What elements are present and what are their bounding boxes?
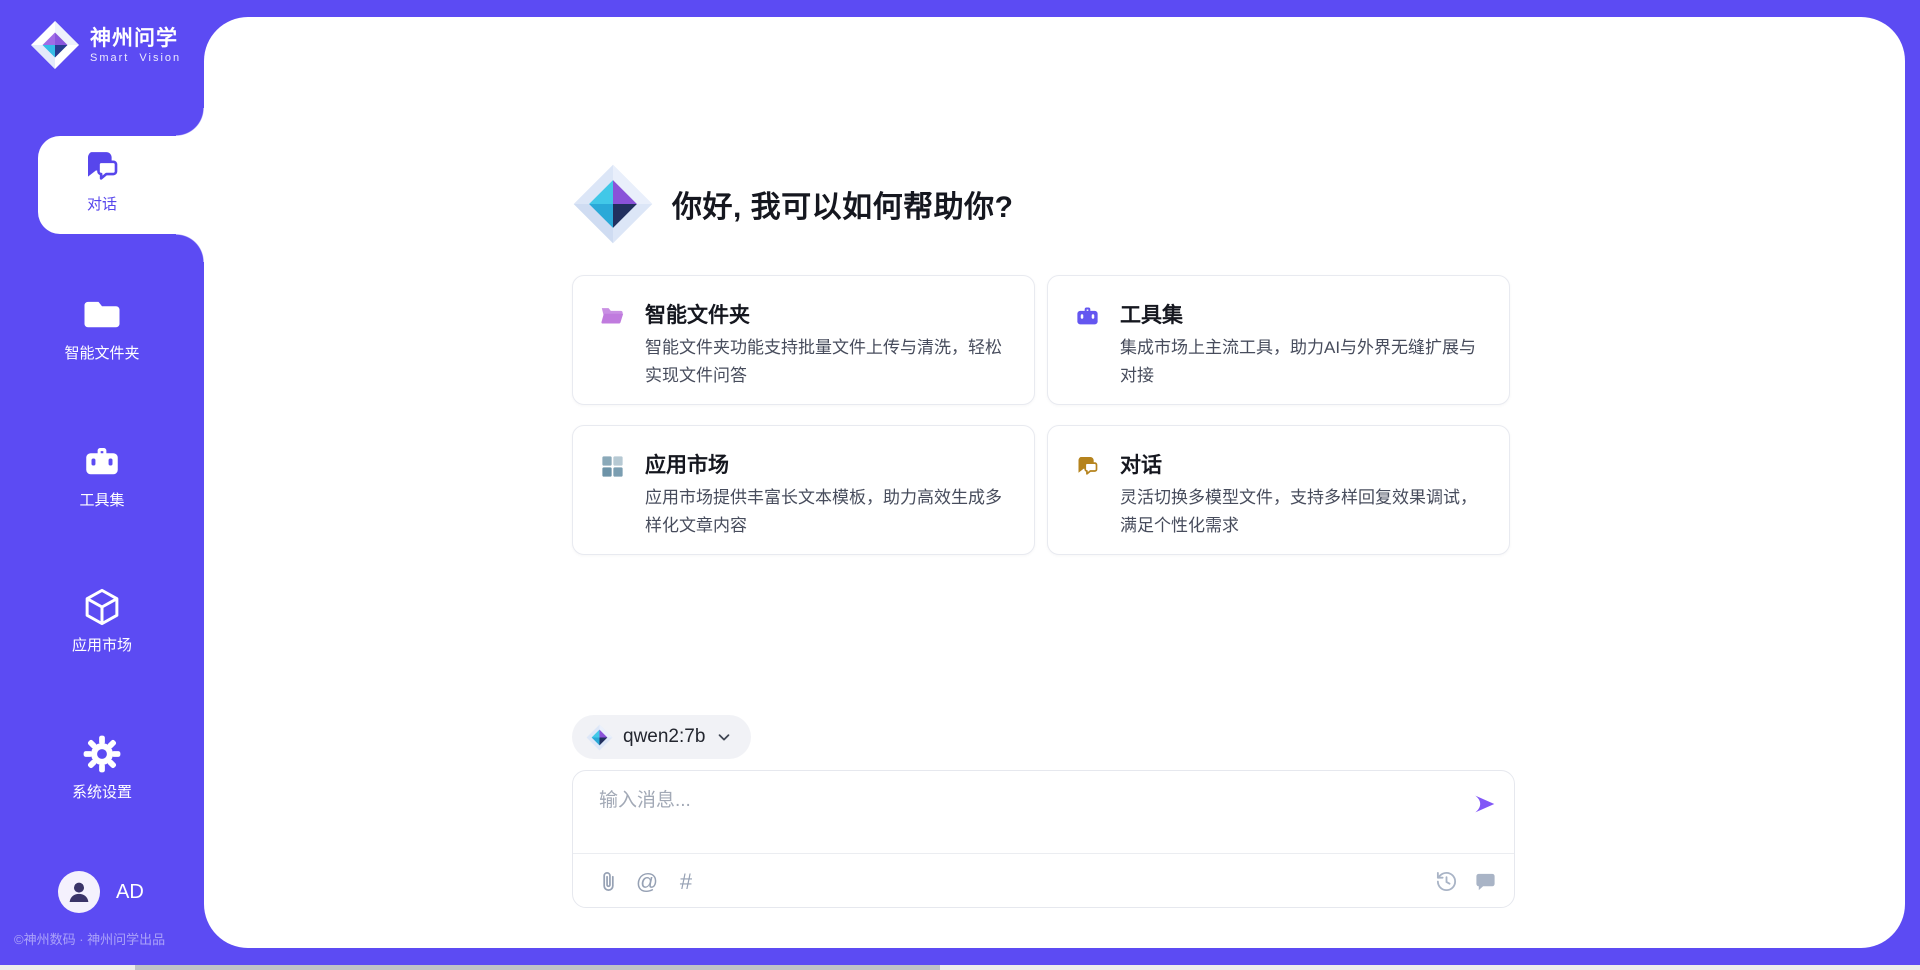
brand-diamond-icon	[30, 20, 80, 70]
toolbox-icon	[1074, 303, 1101, 330]
message-composer: @ #	[572, 770, 1515, 908]
message-input[interactable]	[599, 785, 1439, 843]
grid-icon	[599, 453, 626, 480]
card-title: 工具集	[1120, 299, 1183, 329]
card-description: 灵活切换多模型文件，支持多样回复效果调试，满足个性化需求	[1120, 484, 1488, 540]
history-icon	[1435, 870, 1458, 893]
card-title: 对话	[1120, 449, 1162, 479]
assistant-diamond-icon	[572, 163, 654, 245]
folder-icon	[81, 294, 123, 336]
attach-file-button[interactable]	[595, 868, 621, 894]
open-folder-icon	[599, 303, 626, 330]
user-avatar-icon	[64, 877, 94, 907]
model-name: qwen2:7b	[623, 726, 705, 748]
card-description: 集成市场上主流工具，助力AI与外界无缝扩展与对接	[1120, 334, 1488, 390]
mention-button[interactable]: @	[634, 868, 660, 894]
sidebar-item-label: 系统设置	[72, 781, 132, 802]
hash-button[interactable]: #	[673, 868, 699, 894]
greeting-section: 你好, 我可以如何帮助你?	[572, 163, 1014, 245]
copyright-footer: ©神州数码 · 神州问学出品	[14, 929, 165, 948]
feature-cards: 智能文件夹 智能文件夹功能支持批量文件上传与清洗，轻松实现文件问答 工具集 集成…	[572, 275, 1515, 555]
card-smart-folder[interactable]: 智能文件夹 智能文件夹功能支持批量文件上传与清洗，轻松实现文件问答	[572, 275, 1035, 405]
card-chat[interactable]: 对话 灵活切换多模型文件，支持多样回复效果调试，满足个性化需求	[1047, 425, 1510, 555]
hash-icon: #	[680, 870, 692, 893]
avatar	[58, 871, 100, 913]
sidebar-item-chat[interactable]: 对话	[0, 146, 204, 214]
sidebar: 神州问学 Smart Vision 对话 智能文件夹 工具集	[0, 0, 204, 970]
gear-icon	[81, 733, 123, 775]
mention-icon: @	[636, 870, 658, 893]
chat-icon	[81, 146, 123, 188]
chat-icon	[1074, 453, 1101, 480]
user-account[interactable]: AD	[58, 871, 144, 913]
sidebar-item-label: 对话	[87, 193, 117, 214]
card-description: 智能文件夹功能支持批量文件上传与清洗，轻松实现文件问答	[645, 334, 1013, 390]
bubble-notch-bottom	[176, 234, 204, 262]
model-diamond-icon	[586, 724, 613, 751]
toolbox-icon	[81, 441, 123, 483]
attachment-icon	[597, 870, 620, 893]
comment-button[interactable]	[1472, 868, 1498, 894]
composer-toolbar: @ #	[595, 864, 1498, 898]
history-button[interactable]	[1433, 868, 1459, 894]
scrollbar-thumb[interactable]	[135, 965, 940, 970]
card-toolset[interactable]: 工具集 集成市场上主流工具，助力AI与外界无缝扩展与对接	[1047, 275, 1510, 405]
card-description: 应用市场提供丰富长文本模板，助力高效生成多样化文章内容	[645, 484, 1013, 540]
sidebar-item-label: 智能文件夹	[64, 342, 139, 363]
comment-icon	[1474, 870, 1497, 893]
model-selector[interactable]: qwen2:7b	[572, 715, 751, 759]
send-button[interactable]	[1468, 789, 1500, 821]
brand-subtitle: Smart Vision	[90, 52, 181, 64]
card-app-market[interactable]: 应用市场 应用市场提供丰富长文本模板，助力高效生成多样化文章内容	[572, 425, 1035, 555]
composer-divider	[573, 853, 1514, 854]
sidebar-item-app-market[interactable]: 应用市场	[0, 586, 204, 655]
send-icon	[1471, 791, 1497, 817]
cube-icon	[81, 586, 123, 628]
user-name: AD	[116, 881, 144, 904]
chevron-down-icon	[715, 728, 733, 746]
card-title: 应用市场	[645, 449, 729, 479]
horizontal-scrollbar	[0, 965, 1920, 970]
bubble-notch-top	[176, 108, 204, 136]
sidebar-item-settings[interactable]: 系统设置	[0, 733, 204, 802]
app-logo: 神州问学 Smart Vision	[30, 20, 181, 70]
greeting-text: 你好, 我可以如何帮助你?	[672, 182, 1014, 226]
sidebar-item-smart-folder[interactable]: 智能文件夹	[0, 294, 204, 363]
main-panel: 你好, 我可以如何帮助你? 智能文件夹 智能文件夹功能支持批量文件上传与清洗，轻…	[204, 17, 1905, 948]
brand-name: 神州问学	[90, 26, 181, 52]
card-title: 智能文件夹	[645, 299, 750, 329]
sidebar-item-label: 工具集	[79, 489, 124, 510]
sidebar-item-toolset[interactable]: 工具集	[0, 441, 204, 510]
sidebar-item-label: 应用市场	[72, 634, 132, 655]
